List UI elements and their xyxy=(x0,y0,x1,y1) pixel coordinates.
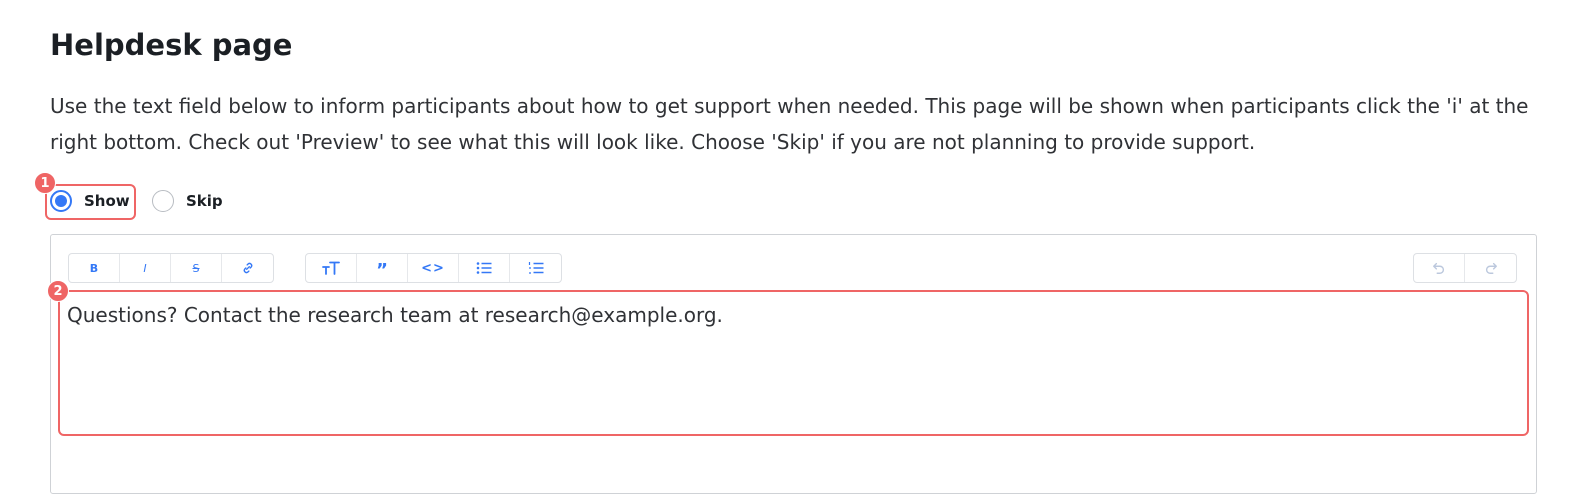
text-size-icon xyxy=(322,261,340,275)
strikethrough-icon: S xyxy=(192,261,200,275)
skip-radio-label: Skip xyxy=(186,192,223,210)
redo-icon xyxy=(1485,262,1497,274)
annotation-badge-1: 1 xyxy=(34,172,56,194)
heading-button[interactable] xyxy=(306,254,357,282)
undo-button[interactable] xyxy=(1414,254,1465,282)
link-button[interactable] xyxy=(222,254,273,282)
numbered-list-button[interactable] xyxy=(510,254,561,282)
annotation-badge-2: 2 xyxy=(47,280,69,302)
highlight-box-editor xyxy=(58,290,1529,436)
highlight-box-show-option xyxy=(45,184,136,220)
bold-icon: B xyxy=(89,261,99,275)
redo-button[interactable] xyxy=(1465,254,1516,282)
code-icon: <> xyxy=(421,260,445,276)
bullet-list-button[interactable] xyxy=(459,254,510,282)
undo-icon xyxy=(1433,262,1445,274)
link-icon xyxy=(243,262,252,274)
radio-unchecked-icon[interactable] xyxy=(152,190,174,212)
italic-icon: I xyxy=(143,261,147,275)
italic-button[interactable]: I xyxy=(120,254,171,282)
quote-button[interactable]: ” xyxy=(357,254,408,282)
formatting-toolbar-group: B I S xyxy=(68,253,274,283)
strikethrough-button[interactable]: S xyxy=(171,254,222,282)
skip-radio[interactable]: Skip xyxy=(152,190,223,212)
bullet-list-icon xyxy=(476,262,492,274)
block-toolbar-group: ” <> xyxy=(305,253,562,283)
page-description: Use the text field below to inform parti… xyxy=(50,94,1529,154)
page-title: Helpdesk page xyxy=(50,28,293,62)
quote-icon: ” xyxy=(376,260,388,281)
history-toolbar-group xyxy=(1413,253,1517,283)
bold-button[interactable]: B xyxy=(69,254,120,282)
numbered-list-icon xyxy=(528,262,543,274)
code-button[interactable]: <> xyxy=(408,254,459,282)
